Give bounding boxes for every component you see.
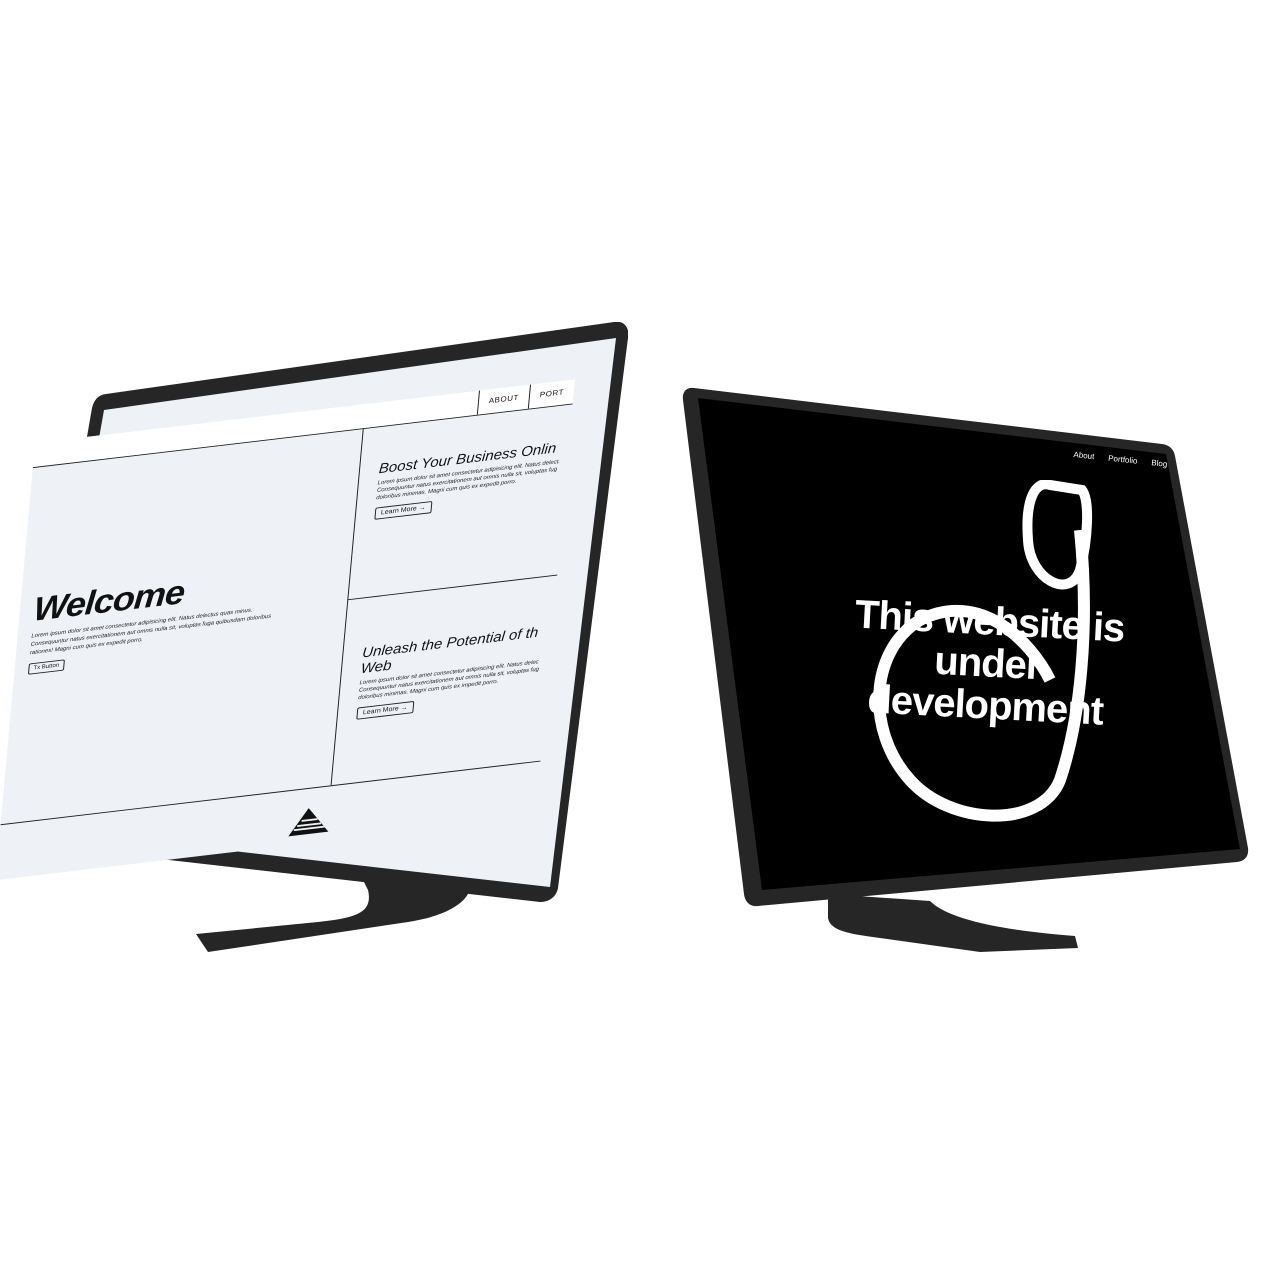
learn-more-button[interactable]: Learn More → <box>374 501 433 520</box>
grid-divider-vertical <box>330 428 364 786</box>
grid-divider-horizontal <box>347 573 568 601</box>
triangle-logo-icon <box>286 803 333 844</box>
nav-link-about[interactable]: ABOUT <box>476 384 530 415</box>
under-development-heading: This website is under development <box>853 592 1126 734</box>
learn-more-button[interactable]: Learn More → <box>356 700 415 720</box>
grid-divider-bottom <box>0 760 541 826</box>
stage: ABOUT PORT Welcome Lorem ipsum dolor sit… <box>0 0 1280 1280</box>
feature-card-web: Unleash the Potential of th Web Lorem ip… <box>356 622 563 720</box>
left-website-screen: ABOUT PORT Welcome Lorem ipsum dolor sit… <box>0 379 575 881</box>
nav-link-blog[interactable]: Blog <box>1151 458 1168 469</box>
hero-section: Welcome Lorem ipsum dolor sit amet conse… <box>27 561 286 675</box>
nav-link-portfolio[interactable]: PORT <box>527 379 575 409</box>
feature-card-business: Boost Your Business Onlin Lorem ipsum do… <box>374 438 575 520</box>
hero-button[interactable]: Tx Button <box>27 659 65 675</box>
